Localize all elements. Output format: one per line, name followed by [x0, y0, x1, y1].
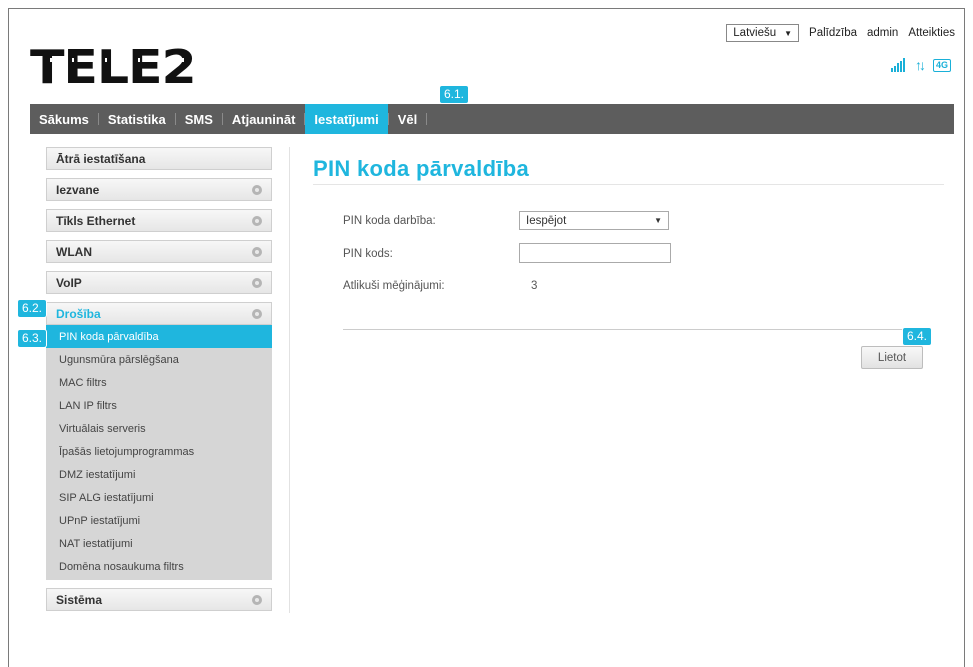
nav-tab-home[interactable]: Sākums — [30, 104, 98, 134]
expand-icon — [252, 184, 262, 195]
sidebar-section-wlan[interactable]: WLAN — [46, 240, 272, 263]
expand-icon — [252, 594, 262, 605]
status-icons: ↑↓ 4G — [890, 57, 951, 73]
expand-icon — [252, 246, 262, 257]
data-transfer-icon: ↑↓ — [914, 57, 926, 73]
sidebar-section-security[interactable]: Drošība — [46, 302, 272, 325]
callout-badge: 6.1. — [439, 85, 470, 104]
pin-code-label: PIN kods: — [343, 248, 393, 260]
callout-badge: 6.2. — [17, 299, 48, 318]
sidebar-section-quick-setup[interactable]: Ātrā iestatīšana — [46, 147, 272, 170]
attempts-left-value: 3 — [531, 280, 538, 292]
language-value: Latviešu — [733, 27, 777, 39]
logout-link[interactable]: Atteikties — [908, 27, 955, 39]
sidebar-section-system[interactable]: Sistēma — [46, 588, 272, 611]
signal-strength-icon — [890, 58, 905, 72]
sidebar-item-virtual-server[interactable]: Virtuālais serveris — [46, 417, 272, 440]
expand-icon — [252, 215, 262, 226]
chevron-down-icon: ▼ — [654, 216, 662, 225]
nav-tab-statistics[interactable]: Statistika — [99, 104, 175, 134]
nav-tab-update[interactable]: Atjaunināt — [223, 104, 305, 134]
nav-tab-more[interactable]: Vēl — [389, 104, 427, 134]
language-select[interactable]: Latviešu ▼ — [726, 24, 800, 42]
pin-action-label: PIN koda darbība: — [343, 215, 436, 227]
sidebar-item-pin-management[interactable]: PIN koda pārvaldība — [46, 325, 272, 348]
callout-badge: 6.4. — [902, 327, 933, 346]
page-title: PIN koda pārvaldība — [313, 156, 529, 181]
sidebar-item-domain-filter[interactable]: Domēna nosaukuma filtrs — [46, 555, 272, 578]
tele2-logo: TELE2 — [30, 40, 197, 94]
pin-code-input[interactable] — [519, 243, 671, 263]
sidebar-item-sip-alg[interactable]: SIP ALG iestatījumi — [46, 486, 272, 509]
sidebar-item-special-apps[interactable]: Īpašās lietojumprogrammas — [46, 440, 272, 463]
form-divider — [343, 329, 921, 330]
sidebar-item-mac-filter[interactable]: MAC filtrs — [46, 371, 272, 394]
nav-tab-sms[interactable]: SMS — [176, 104, 222, 134]
security-submenu: PIN koda pārvaldība Ugunsmūra pārslēgšan… — [46, 325, 272, 580]
sidebar-section-dialup[interactable]: Iezvane — [46, 178, 272, 201]
main-navigation: Sākums Statistika SMS Atjaunināt Iestatī… — [30, 104, 954, 134]
collapse-icon — [252, 308, 262, 319]
apply-button[interactable]: Lietot — [861, 346, 923, 369]
sidebar-item-lan-ip-filter[interactable]: LAN IP filtrs — [46, 394, 272, 417]
top-utility-bar: Latviešu ▼ Palīdzība admin Atteikties — [726, 24, 955, 42]
content-divider — [289, 147, 290, 613]
sidebar-item-nat[interactable]: NAT iestatījumi — [46, 532, 272, 555]
sidebar-section-ethernet[interactable]: Tīkls Ethernet — [46, 209, 272, 232]
sidebar-item-firewall[interactable]: Ugunsmūra pārslēgšana — [46, 348, 272, 371]
user-name: admin — [867, 27, 899, 39]
title-divider — [313, 184, 944, 185]
sidebar-section-voip[interactable]: VoIP — [46, 271, 272, 294]
pin-action-select[interactable]: Iespējot ▼ — [519, 211, 669, 230]
callout-badge: 6.3. — [17, 329, 48, 348]
attempts-left-label: Atlikuši mēģinājumi: — [343, 280, 445, 292]
sidebar-item-dmz[interactable]: DMZ iestatījumi — [46, 463, 272, 486]
network-4g-icon: 4G — [932, 59, 951, 72]
nav-tab-settings[interactable]: Iestatījumi — [305, 104, 388, 134]
help-link[interactable]: Palīdzība — [809, 27, 857, 39]
chevron-down-icon: ▼ — [784, 28, 793, 38]
sidebar-menu: Ātrā iestatīšana Iezvane Tīkls Ethernet … — [46, 147, 272, 619]
sidebar-item-upnp[interactable]: UPnP iestatījumi — [46, 509, 272, 532]
expand-icon — [252, 277, 262, 288]
